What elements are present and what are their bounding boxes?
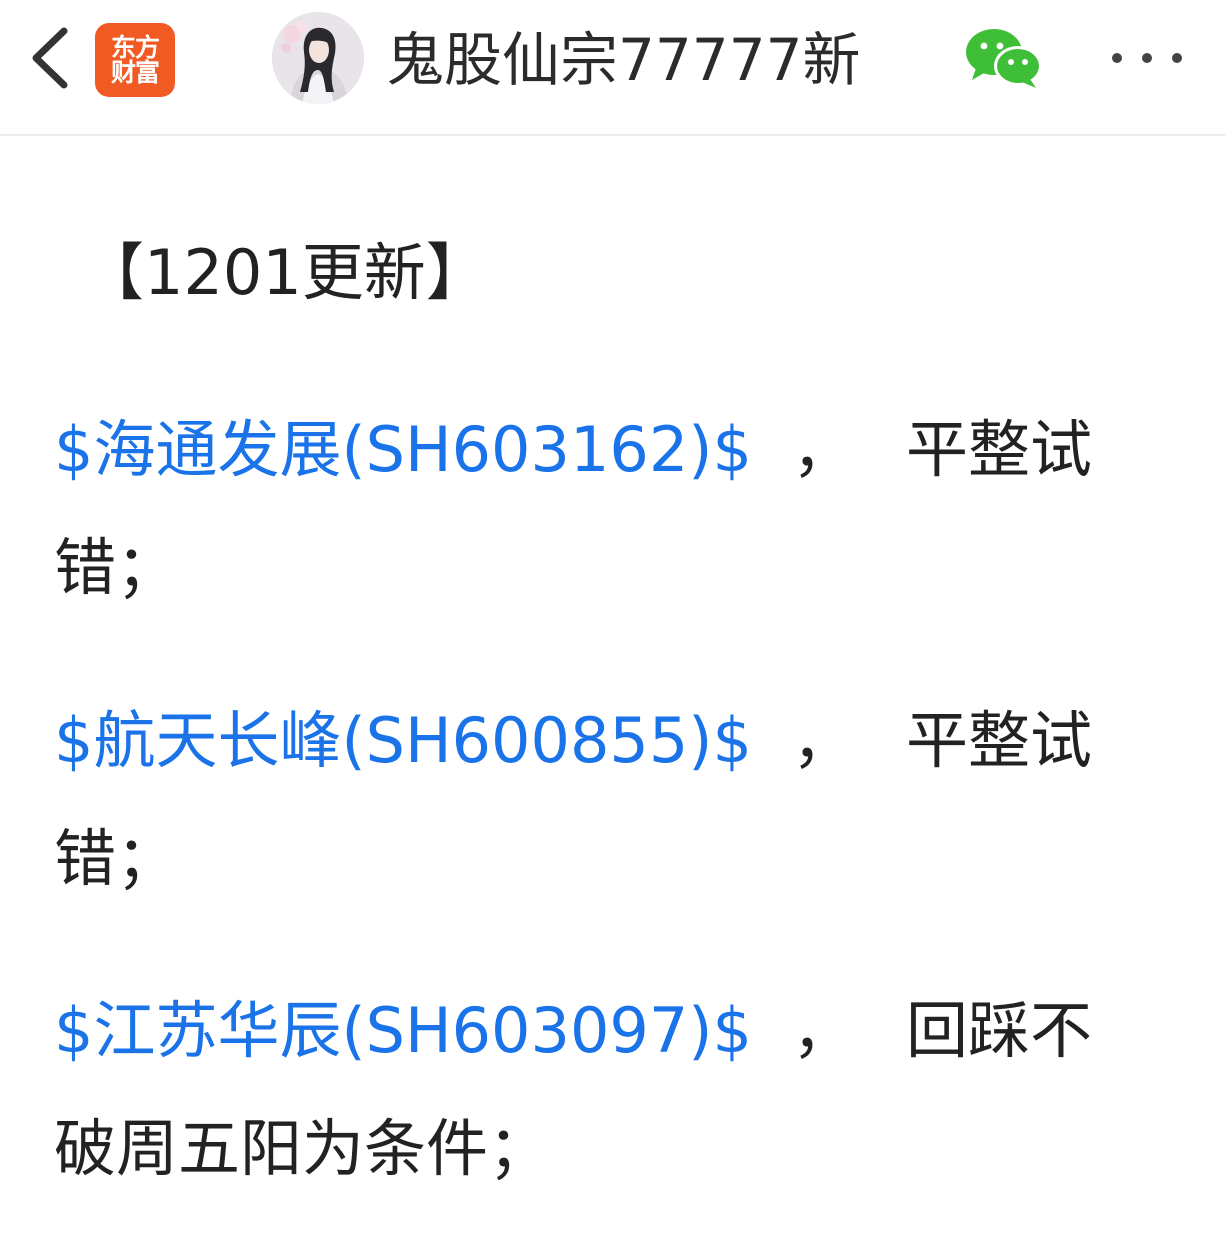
paragraph-line: 错； [54,531,179,604]
paragraph-line: $海通发展(SH603162)$ ， 平整试 [54,399,1194,489]
note-text: 平整试 [905,704,1092,777]
paragraph-line: $航天长峰(SH600855)$ ， 平整试 [54,690,1194,780]
stock-link[interactable]: $海通发展(SH603162)$ [54,399,752,489]
comma-text: ， [791,994,854,1067]
paragraph-line: 错； [54,822,179,895]
stock-link[interactable]: $江苏华辰(SH603097)$ [54,980,752,1070]
chevron-left-icon [32,27,68,89]
more-dots-icon [1112,53,1122,63]
post-paragraph: $航天长峰(SH600855)$ ， 平整试 错； [54,690,1194,898]
stock-link[interactable]: $航天长峰(SH600855)$ [54,690,752,780]
post-paragraph: $海通发展(SH603162)$ ， 平整试 错； [54,399,1194,607]
note-text: 平整试 [905,413,1092,486]
author-avatar[interactable] [272,12,364,104]
wechat-icon [966,29,1042,88]
avatar-portrait-image [272,12,364,104]
comma-text: ， [791,413,854,486]
app-logo-text-top: 东方 [110,32,160,62]
back-button[interactable] [22,22,78,94]
more-dots-icon [1142,53,1152,63]
app-logo[interactable]: 东方 财富 [95,23,175,97]
paragraph-line: 破周五阳为条件； [54,1112,551,1185]
author-name[interactable]: 鬼股仙宗77777新 [386,22,861,98]
post-paragraph: $江苏华辰(SH603097)$ ， 回踩不 破周五阳为条件； [54,980,1194,1188]
more-dots-icon [1172,53,1182,63]
comma-text: ， [791,704,854,777]
post-title: 【1201更新】 [82,236,488,309]
app-logo-text-bottom: 财富 [110,58,160,87]
more-options-button[interactable] [1112,40,1182,76]
paragraph-line: $江苏华辰(SH603097)$ ， 回踩不 [54,980,1194,1070]
top-nav-bar: 东方 财富 鬼股仙宗77777新 [0,0,1225,136]
note-text: 回踩不 [905,994,1092,1067]
share-wechat-button[interactable] [962,24,1046,92]
